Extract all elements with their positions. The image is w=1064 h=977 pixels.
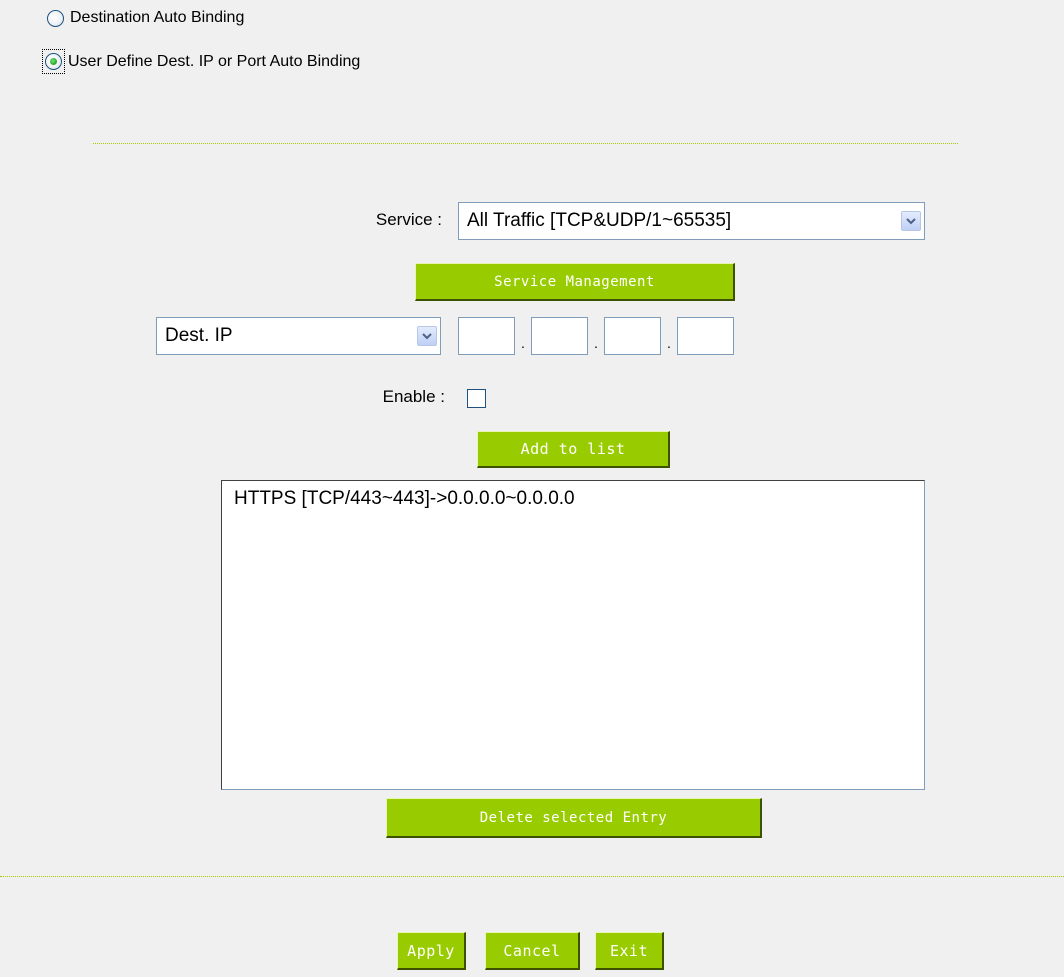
ip-octet-1[interactable]: [458, 317, 515, 355]
service-select-value: All Traffic [TCP&UDP/1~65535]: [467, 210, 732, 231]
list-item[interactable]: HTTPS [TCP/443~443]->0.0.0.0~0.0.0.0: [222, 481, 924, 510]
radio-label: User Define Dest. IP or Port Auto Bindin…: [68, 52, 361, 70]
dest-ip-input-group: . . .: [458, 317, 734, 355]
cancel-button[interactable]: Cancel: [485, 932, 580, 970]
radio-destination-auto-binding[interactable]: Destination Auto Binding: [47, 9, 244, 27]
footer-divider: [0, 876, 1064, 877]
radio-button[interactable]: [47, 9, 64, 27]
section-divider: [93, 143, 958, 144]
dest-type-select-value: Dest. IP: [165, 325, 233, 346]
apply-button[interactable]: Apply: [397, 932, 466, 970]
dest-type-select[interactable]: Dest. IP: [156, 317, 441, 355]
radio-focus-outline: [42, 49, 65, 74]
service-label: Service :: [375, 210, 442, 229]
radio-label: Destination Auto Binding: [70, 9, 245, 26]
service-select[interactable]: All Traffic [TCP&UDP/1~65535]: [458, 202, 925, 240]
radio-user-define-binding[interactable]: User Define Dest. IP or Port Auto Bindin…: [42, 49, 360, 74]
ip-separator: .: [594, 335, 598, 351]
ip-separator: .: [521, 335, 525, 351]
radio-selected-dot: [50, 58, 57, 65]
chevron-down-icon[interactable]: [417, 326, 437, 346]
add-to-list-button[interactable]: Add to list: [477, 431, 670, 468]
chevron-down-icon[interactable]: [901, 211, 921, 231]
exit-button[interactable]: Exit: [595, 932, 664, 970]
service-management-button[interactable]: Service Management: [415, 263, 735, 301]
delete-selected-entry-button[interactable]: Delete selected Entry: [386, 798, 762, 838]
ip-octet-3[interactable]: [604, 317, 661, 355]
entry-listbox[interactable]: HTTPS [TCP/443~443]->0.0.0.0~0.0.0.0: [221, 480, 925, 790]
enable-checkbox[interactable]: [467, 389, 486, 408]
ip-separator: .: [667, 335, 671, 351]
radio-button-selected[interactable]: [45, 53, 62, 70]
ip-octet-2[interactable]: [531, 317, 588, 355]
ip-octet-4[interactable]: [677, 317, 734, 355]
enable-label: Enable :: [382, 387, 445, 406]
